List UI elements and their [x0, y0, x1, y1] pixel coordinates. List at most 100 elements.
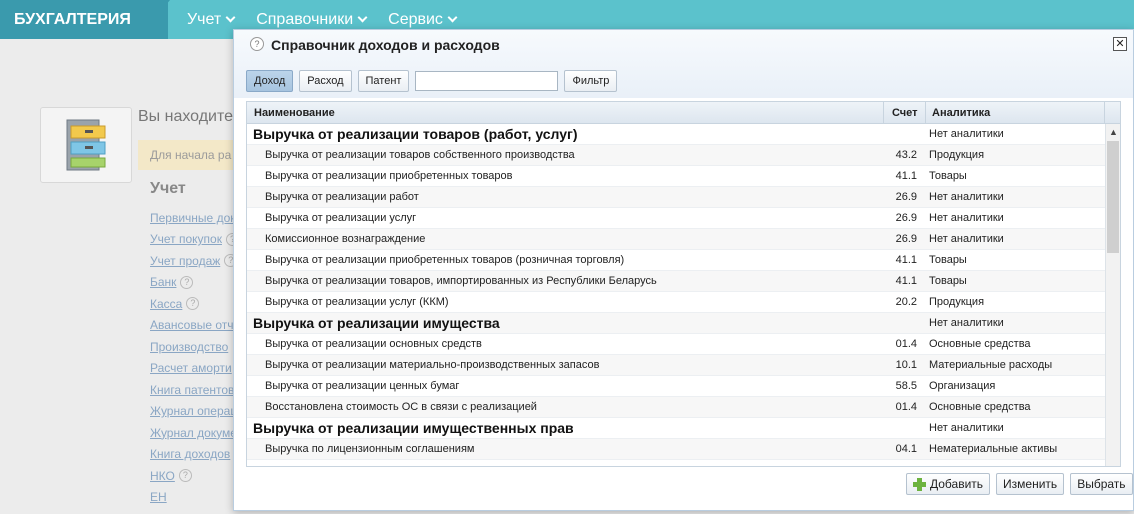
table-row[interactable]: Выручка от реализации работ 26.9 Нет анали… [247, 187, 1105, 208]
dialog-title: Справочник доходов и расходов [271, 37, 500, 53]
sidebar-link[interactable]: ЕН [150, 487, 239, 509]
question-circle-icon[interactable]: ? [178, 469, 192, 483]
table-group-row[interactable]: Выручка от реализации товаров (работ, ус… [247, 124, 1105, 145]
cell-analytics: Нет аналитики [929, 233, 1004, 245]
cell-analytics: Нет аналитики [929, 422, 1004, 434]
sidebar-link[interactable]: Уплата налого [150, 508, 239, 514]
cell-account: 26.9 [895, 233, 917, 245]
cell-analytics: Продукция [929, 296, 985, 308]
items-grid: Наименование Счет Аналитика Выручка от р… [246, 101, 1121, 467]
sidebar-link-label: ЕН [150, 490, 167, 505]
page-title: Вы находите [138, 108, 234, 125]
table-row[interactable]: Выручка от реализации услуг 26.9 Нет анали… [247, 208, 1105, 229]
table-row[interactable]: Выручка от реализации товаров собственно… [247, 145, 1105, 166]
column-header-account[interactable]: Счет [883, 102, 925, 124]
tab-income[interactable]: Доход [246, 70, 294, 92]
cell-name: Выручка от реализации услуг [265, 212, 417, 224]
sidebar-link-label: Первичные док [150, 210, 236, 225]
sidebar-link[interactable]: Производство [150, 336, 239, 358]
cell-name: Выручка от реализации работ [265, 191, 419, 203]
sidebar-link-label: Расчет аморти [150, 361, 232, 376]
add-button[interactable]: Добавить [906, 473, 991, 495]
cell-name: Выручка от реализации материально-произв… [265, 359, 600, 371]
cell-account: 41.1 [895, 254, 917, 266]
grid-rows: Выручка от реализации товаров (работ, ус… [247, 124, 1105, 460]
cell-analytics: Товары [929, 254, 967, 266]
column-header-name[interactable]: Наименование [254, 102, 335, 124]
file-cabinet-icon [66, 119, 106, 171]
cell-analytics: Основные средства [929, 401, 1031, 413]
cell-analytics: Нет аналитики [929, 191, 1004, 203]
sidebar-link[interactable]: Книга доходов [150, 444, 239, 466]
vertical-scrollbar[interactable]: ▲ [1105, 124, 1120, 466]
table-row[interactable]: Комиссионное вознаграждение 26.9 Нет анали… [247, 229, 1105, 250]
sidebar-link[interactable]: Журнал докуме [150, 422, 239, 444]
question-circle-icon[interactable]: ? [250, 37, 264, 51]
sidebar-link[interactable]: Учет покупок? [150, 229, 239, 251]
sidebar-link[interactable]: Авансовые отч [150, 315, 239, 337]
question-circle-icon[interactable]: ? [180, 275, 194, 289]
column-header-analytics[interactable]: Аналитика [925, 102, 1105, 124]
table-row[interactable]: Выручка от реализации приобретенных това… [247, 166, 1105, 187]
cell-account: 26.9 [895, 191, 917, 203]
sidebar-link-label: Журнал операц [150, 404, 238, 419]
section-links: Первичные докУчет покупок?Учет продаж?Ба… [150, 207, 239, 514]
sidebar-link-label: Книга доходов [150, 447, 231, 462]
close-icon[interactable]: ✕ [1113, 37, 1127, 51]
cell-account: 41.1 [895, 170, 917, 182]
cell-analytics: Продукция [929, 149, 985, 161]
tab-patent[interactable]: Патент [357, 70, 410, 92]
edit-button[interactable]: Изменить [996, 473, 1065, 495]
sidebar-link[interactable]: Журнал операц [150, 401, 239, 423]
dialog-header: ? Справочник доходов и расходов ✕ Доход … [234, 30, 1133, 98]
cell-name: Выручка от реализации товаров (работ, ус… [253, 126, 578, 142]
table-group-row[interactable]: Выручка от реализации имущественных прав… [247, 418, 1105, 439]
table-row[interactable]: Восстановлена стоимость ОС в связи с реа… [247, 397, 1105, 418]
cell-name: Выручка от реализации товаров, импортиро… [265, 275, 657, 287]
sidebar-link[interactable]: Первичные док [150, 207, 239, 229]
cell-name: Выручка от реализации имущественных прав [253, 420, 574, 436]
table-row[interactable]: Выручка от реализации товаров, импортиро… [247, 271, 1105, 292]
cell-name: Выручка от реализации имущества [253, 315, 500, 331]
table-row[interactable]: Выручка от реализации услуг (ККМ) 20.2 Про… [247, 292, 1105, 313]
nav-item-accounting[interactable]: Учет [187, 0, 236, 39]
sidebar-link[interactable]: Касса? [150, 293, 239, 315]
table-row[interactable]: Выручка от реализации материально-произв… [247, 355, 1105, 376]
select-button[interactable]: Выбрать [1070, 473, 1133, 495]
scroll-up-icon[interactable]: ▲ [1106, 124, 1120, 140]
sidebar-link-label: Учет продаж [150, 253, 221, 268]
cell-account: 04.1 [895, 443, 917, 455]
sidebar-link[interactable]: Учет продаж? [150, 250, 239, 272]
sidebar-link[interactable]: Книга патентов [150, 379, 239, 401]
filter-button[interactable]: Фильтр [564, 70, 618, 92]
table-row[interactable]: Выручка от реализации ценных бумаг 58.5 Ор… [247, 376, 1105, 397]
cell-analytics: Материальные расходы [929, 359, 1053, 371]
cell-analytics: Основные средства [929, 338, 1031, 350]
cell-name: Восстановлена стоимость ОС в связи с реа… [265, 401, 537, 413]
filter-input[interactable] [415, 71, 559, 91]
cell-name: Выручка от реализации основных средств [265, 338, 482, 350]
table-row[interactable]: Выручка от реализации приобретенных това… [247, 250, 1105, 271]
tab-expense[interactable]: Расход [299, 70, 352, 92]
chevron-down-icon [357, 12, 368, 23]
sidebar-link[interactable]: Банк? [150, 272, 239, 294]
cell-analytics: Товары [929, 170, 967, 182]
brand-arrow-tip [138, 0, 170, 39]
chevron-down-icon [225, 12, 236, 23]
scrollbar-thumb[interactable] [1107, 141, 1119, 253]
table-row[interactable]: Выручка от реализации основных средств 01… [247, 334, 1105, 355]
question-circle-icon[interactable]: ? [186, 297, 200, 311]
table-row[interactable]: Выручка по лицензионным соглашениям 04.1 Н… [247, 439, 1105, 460]
sidebar-link[interactable]: НКО? [150, 465, 239, 487]
cell-name: Выручка от реализации приобретенных това… [265, 254, 625, 266]
header-scroll-spacer [1104, 102, 1120, 124]
sidebar-link-label: НКО [150, 468, 175, 483]
dialog-footer-buttons: Добавить Изменить Выбрать [906, 473, 1134, 495]
cell-analytics: Нематериальные активы [929, 443, 1058, 455]
table-group-row[interactable]: Выручка от реализации имущества Нет анали… [247, 313, 1105, 334]
sidebar-link[interactable]: Расчет аморти [150, 358, 239, 380]
cell-analytics: Организация [929, 380, 996, 392]
cell-name: Выручка от реализации услуг (ККМ) [265, 296, 449, 308]
plus-icon [913, 477, 926, 491]
grid-header: Наименование Счет Аналитика [247, 102, 1120, 124]
